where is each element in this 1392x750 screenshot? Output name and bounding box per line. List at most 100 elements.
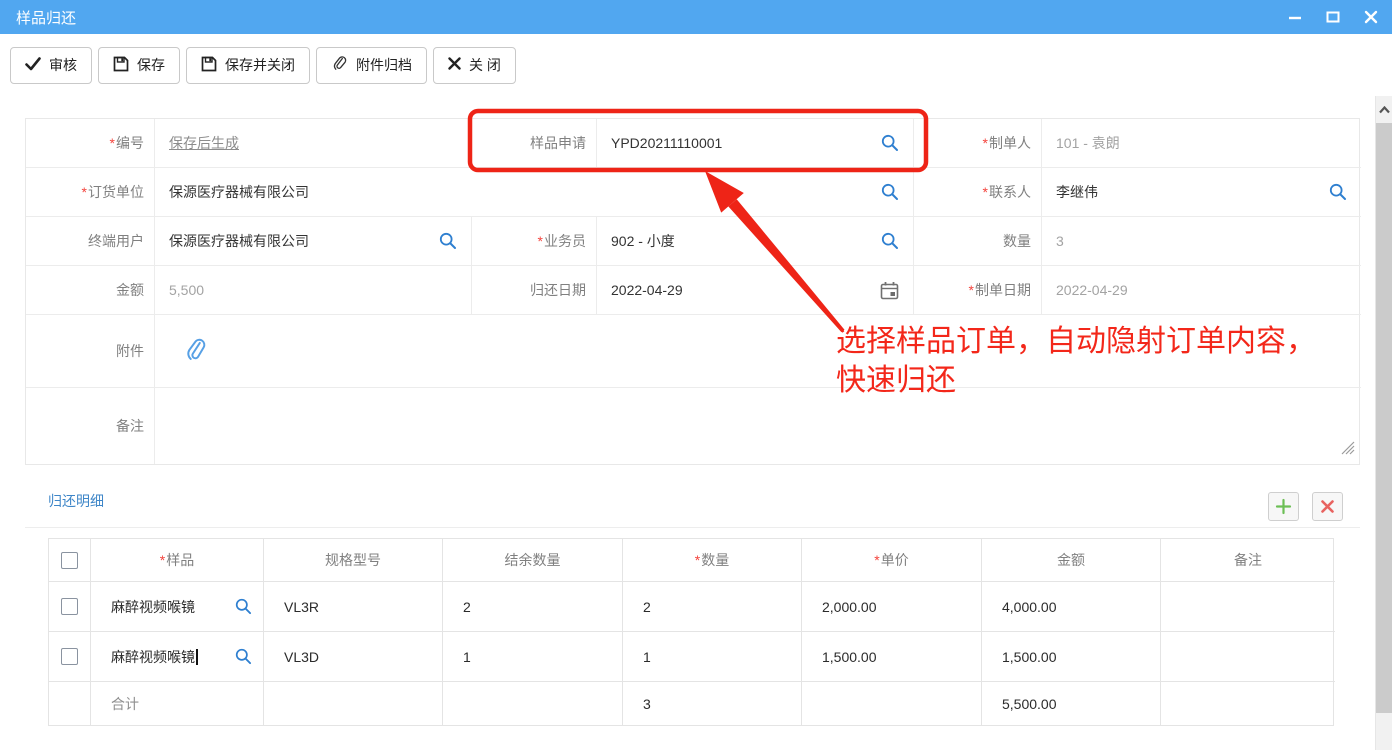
total-spec-cell [264,682,443,725]
maximize-icon[interactable] [1322,6,1344,28]
audit-label: 审核 [49,55,77,75]
balance-cell: 2 [443,582,623,632]
required-asterisk: * [82,184,87,200]
header-select-all [49,539,91,582]
resize-handle-icon[interactable] [1339,440,1356,458]
sample-value: 麻醉视频喉镜 [111,597,195,617]
total-remark-cell [1161,682,1335,725]
save-and-close-button[interactable]: 保存并关闭 [186,47,310,84]
save-and-close-label: 保存并关闭 [225,55,295,75]
search-icon[interactable] [881,134,899,152]
required-asterisk: * [695,552,700,568]
total-checkbox-cell [49,682,91,725]
sample-value: 麻醉视频喉镜 [111,647,195,667]
audit-button[interactable]: 审核 [10,47,92,84]
check-icon [25,57,41,74]
qty-cell[interactable]: 2 [623,582,802,632]
required-asterisk: * [160,552,165,568]
return-date-value: 2022-04-29 [611,282,683,298]
creator-field: 101 - 袁朗 [1041,119,1361,168]
sample-request-value: YPD20211110001 [611,135,722,151]
number-field[interactable]: 保存后生成 [154,119,471,168]
price-cell[interactable]: 2,000.00 [802,582,982,632]
end-user-label: 终端用户 [26,217,154,266]
row-checkbox[interactable] [61,648,78,665]
scrollbar-thumb[interactable] [1376,123,1392,713]
select-all-checkbox[interactable] [61,552,78,569]
create-date-value: 2022-04-29 [1056,282,1128,298]
remark-field[interactable] [154,388,1361,464]
create-date-label: *制单日期 [913,266,1041,315]
floppy-icon [201,56,217,75]
amount-value: 5,500 [169,282,204,298]
spec-cell: VL3D [264,632,443,682]
calendar-icon[interactable] [880,281,899,300]
row-checkbox-cell [49,632,91,682]
amount-cell: 4,000.00 [982,582,1161,632]
total-amount-cell: 5,500.00 [982,682,1161,725]
toolbar: 审核 保存 保存并关闭 附件归档 关 闭 [0,34,1392,96]
save-button[interactable]: 保存 [98,47,180,84]
required-asterisk: * [538,233,543,249]
minimize-icon[interactable] [1284,6,1306,28]
add-row-button[interactable] [1268,492,1299,521]
attachment-archive-button[interactable]: 附件归档 [316,47,427,84]
quantity-value: 3 [1056,233,1064,249]
text-cursor [196,649,198,665]
salesperson-value: 902 - 小度 [611,231,675,251]
end-user-field[interactable]: 保源医疗器械有限公司 [154,217,471,266]
row-checkbox[interactable] [61,598,78,615]
create-date-field: 2022-04-29 [1041,266,1361,315]
amount-cell: 1,500.00 [982,632,1161,682]
sample-request-field[interactable]: YPD20211110001 [596,119,913,168]
search-icon[interactable] [235,648,252,665]
remark-label: 备注 [26,388,154,464]
balance-cell: 1 [443,632,623,682]
required-asterisk: * [983,135,988,151]
search-icon[interactable] [881,232,899,250]
end-user-value: 保源医疗器械有限公司 [169,231,309,251]
attachment-label: 附件 [26,315,154,388]
ordering-unit-value: 保源医疗器械有限公司 [169,182,309,202]
row-checkbox-cell [49,582,91,632]
sample-request-label: 样品申请 [471,119,596,168]
search-icon[interactable] [881,183,899,201]
search-icon[interactable] [235,598,252,615]
ordering-unit-field[interactable]: 保源医疗器械有限公司 [154,168,913,217]
sample-cell[interactable]: 麻醉视频喉镜 [91,632,264,682]
header-qty: *数量 [623,539,802,582]
header-price: *单价 [802,539,982,582]
creator-value: 101 - 袁朗 [1056,133,1120,153]
ordering-unit-label: *订货单位 [26,168,154,217]
header-amount: 金额 [982,539,1161,582]
remark-cell[interactable] [1161,582,1335,632]
header-remark: 备注 [1161,539,1335,582]
sample-return-dialog: 样品归还 审核 保存 [0,0,1392,750]
scroll-up-arrow-icon[interactable] [1376,96,1392,123]
total-balance-cell [443,682,623,725]
search-icon[interactable] [439,232,457,250]
paperclip-icon[interactable] [185,338,207,365]
header-sample: *样品 [91,539,264,582]
sample-cell[interactable]: 麻醉视频喉镜 [91,582,264,632]
required-asterisk: * [874,552,879,568]
total-qty-cell: 3 [623,682,802,725]
window-controls [1284,0,1382,34]
salesperson-label: *业务员 [471,217,596,266]
close-label: 关 闭 [469,55,501,75]
quantity-field: 3 [1041,217,1361,266]
paperclip-icon [331,55,348,75]
salesperson-field[interactable]: 902 - 小度 [596,217,913,266]
qty-cell[interactable]: 1 [623,632,802,682]
return-date-field[interactable]: 2022-04-29 [596,266,913,315]
close-button[interactable]: 关 闭 [433,47,516,84]
contact-field[interactable]: 李继伟 [1041,168,1361,217]
remark-cell[interactable] [1161,632,1335,682]
header-spec: 规格型号 [264,539,443,582]
delete-row-button[interactable] [1312,492,1343,521]
search-icon[interactable] [1329,183,1347,201]
delete-x-icon [1320,499,1335,514]
close-window-icon[interactable] [1360,6,1382,28]
price-cell[interactable]: 1,500.00 [802,632,982,682]
number-value: 保存后生成 [169,133,239,153]
